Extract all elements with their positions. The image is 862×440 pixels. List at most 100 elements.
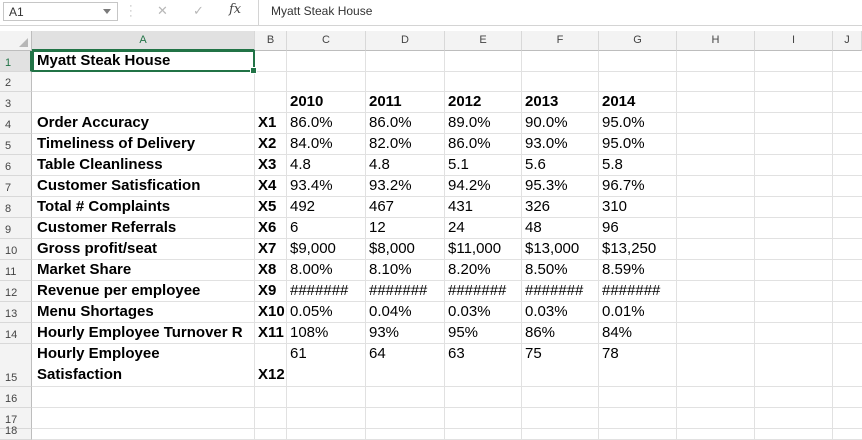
metric-value-cell[interactable]: 5.6 bbox=[525, 156, 546, 174]
metric-value-cell[interactable]: 64 bbox=[369, 345, 386, 363]
column-header-g[interactable]: G bbox=[599, 31, 677, 51]
enter-icon[interactable]: ✓ bbox=[193, 3, 204, 19]
metric-value-cell[interactable]: 86.0% bbox=[290, 114, 333, 132]
metric-value-cell[interactable]: 5.1 bbox=[448, 156, 469, 174]
row-header-15[interactable]: 15 bbox=[0, 344, 32, 387]
metric-value-cell[interactable]: 0.04% bbox=[369, 303, 412, 321]
metric-value-cell[interactable]: 12 bbox=[369, 219, 386, 237]
metric-value-cell[interactable]: $11,000 bbox=[448, 240, 501, 258]
metric-value-cell[interactable]: 0.05% bbox=[290, 303, 333, 321]
metric-code-cell[interactable]: X11 bbox=[258, 324, 284, 342]
metric-label-cell[interactable]: Customer Satisfication bbox=[37, 177, 200, 195]
metric-value-cell[interactable]: 93.0% bbox=[525, 135, 568, 153]
row-header-9[interactable]: 9 bbox=[0, 218, 32, 239]
formula-input[interactable]: Myatt Steak House bbox=[271, 4, 372, 18]
insert-function-icon[interactable]: fx bbox=[229, 2, 241, 17]
column-header-d[interactable]: D bbox=[366, 31, 445, 51]
metric-value-cell[interactable]: 0.03% bbox=[448, 303, 491, 321]
metric-value-cell[interactable]: ####### bbox=[290, 282, 348, 300]
metric-value-cell[interactable]: 84% bbox=[602, 324, 632, 342]
column-header-e[interactable]: E bbox=[445, 31, 522, 51]
metric-code-cell[interactable]: X5 bbox=[258, 198, 276, 216]
column-header-i[interactable]: I bbox=[755, 31, 833, 51]
metric-value-cell[interactable]: 8.20% bbox=[448, 261, 491, 279]
metric-value-cell[interactable]: 8.00% bbox=[290, 261, 333, 279]
metric-value-cell[interactable]: 95.0% bbox=[602, 135, 645, 153]
row-header-12[interactable]: 12 bbox=[0, 281, 32, 302]
select-all-button[interactable] bbox=[0, 31, 32, 51]
metric-value-cell[interactable]: $8,000 bbox=[369, 240, 415, 258]
metric-value-cell[interactable]: 8.59% bbox=[602, 261, 645, 279]
year-header-cell[interactable]: 2014 bbox=[602, 93, 635, 111]
metric-label-cell[interactable]: Timeliness of Delivery bbox=[37, 135, 195, 153]
metric-value-cell[interactable]: 8.10% bbox=[369, 261, 412, 279]
metric-value-cell[interactable]: 82.0% bbox=[369, 135, 412, 153]
metric-value-cell[interactable]: 326 bbox=[525, 198, 550, 216]
row-header-16[interactable]: 16 bbox=[0, 387, 32, 408]
row-header-3[interactable]: 3 bbox=[0, 92, 32, 113]
column-header-c[interactable]: C bbox=[287, 31, 366, 51]
row-header-1[interactable]: 1 bbox=[0, 51, 32, 72]
metric-value-cell[interactable]: 95% bbox=[448, 324, 478, 342]
metric-value-cell[interactable]: 48 bbox=[525, 219, 542, 237]
metric-code-cell[interactable]: X12 bbox=[258, 366, 285, 384]
metric-value-cell[interactable]: 96 bbox=[602, 219, 619, 237]
metric-value-cell[interactable]: ####### bbox=[369, 282, 427, 300]
metric-value-cell[interactable]: 0.01% bbox=[602, 303, 645, 321]
metric-label-cell[interactable]: Hourly Employee bbox=[37, 345, 160, 363]
more-vertical-icon[interactable]: · · · bbox=[129, 1, 133, 22]
metric-value-cell[interactable]: 431 bbox=[448, 198, 473, 216]
metric-label-cell[interactable]: Total # Complaints bbox=[37, 198, 170, 216]
metric-value-cell[interactable]: 5.8 bbox=[602, 156, 623, 174]
metric-value-cell[interactable]: 75 bbox=[525, 345, 542, 363]
metric-value-cell[interactable]: 0.03% bbox=[525, 303, 568, 321]
row-header-14[interactable]: 14 bbox=[0, 323, 32, 344]
name-box[interactable]: A1 bbox=[3, 2, 118, 21]
year-header-cell[interactable]: 2013 bbox=[525, 93, 558, 111]
row-header-6[interactable]: 6 bbox=[0, 155, 32, 176]
metric-code-cell[interactable]: X3 bbox=[258, 156, 276, 174]
metric-value-cell[interactable]: 6 bbox=[290, 219, 298, 237]
metric-value-cell[interactable]: 63 bbox=[448, 345, 465, 363]
metric-value-cell[interactable]: 61 bbox=[290, 345, 307, 363]
metric-value-cell[interactable]: 467 bbox=[369, 198, 394, 216]
row-header-11[interactable]: 11 bbox=[0, 260, 32, 281]
metric-value-cell[interactable]: 24 bbox=[448, 219, 465, 237]
metric-code-cell[interactable]: X6 bbox=[258, 219, 276, 237]
metric-value-cell[interactable]: 93.4% bbox=[290, 177, 333, 195]
row-header-4[interactable]: 4 bbox=[0, 113, 32, 134]
column-header-h[interactable]: H bbox=[677, 31, 755, 51]
metric-code-cell[interactable]: X2 bbox=[258, 135, 276, 153]
metric-value-cell[interactable]: ####### bbox=[602, 282, 660, 300]
metric-value-cell[interactable]: $13,250 bbox=[602, 240, 656, 258]
cancel-icon[interactable]: ✕ bbox=[157, 3, 168, 19]
row-header-7[interactable]: 7 bbox=[0, 176, 32, 197]
metric-value-cell[interactable]: 4.8 bbox=[290, 156, 311, 174]
metric-label-cell[interactable]: Satisfaction bbox=[37, 366, 122, 384]
row-header-18[interactable]: 18 bbox=[0, 425, 32, 440]
metric-value-cell[interactable]: 95.3% bbox=[525, 177, 568, 195]
metric-code-cell[interactable]: X9 bbox=[258, 282, 276, 300]
metric-label-cell[interactable]: Market Share bbox=[37, 261, 131, 279]
metric-value-cell[interactable]: 86.0% bbox=[448, 135, 491, 153]
metric-label-cell[interactable]: Revenue per employee bbox=[37, 282, 200, 300]
metric-label-cell[interactable]: Gross profit/seat bbox=[37, 240, 157, 258]
metric-label-cell[interactable]: Menu Shortages bbox=[37, 303, 154, 321]
metric-code-cell[interactable]: X1 bbox=[258, 114, 276, 132]
metric-value-cell[interactable]: ####### bbox=[448, 282, 506, 300]
metric-value-cell[interactable]: 95.0% bbox=[602, 114, 645, 132]
metric-value-cell[interactable]: $9,000 bbox=[290, 240, 336, 258]
year-header-cell[interactable]: 2011 bbox=[369, 93, 402, 111]
metric-label-cell[interactable]: Hourly Employee Turnover R bbox=[37, 324, 243, 342]
metric-value-cell[interactable]: 93.2% bbox=[369, 177, 412, 195]
metric-value-cell[interactable]: 310 bbox=[602, 198, 627, 216]
column-header-f[interactable]: F bbox=[522, 31, 599, 51]
metric-value-cell[interactable]: 86% bbox=[525, 324, 555, 342]
metric-value-cell[interactable]: 78 bbox=[602, 345, 619, 363]
metric-code-cell[interactable]: X10 bbox=[258, 303, 285, 321]
year-header-cell[interactable]: 2010 bbox=[290, 93, 323, 111]
metric-code-cell[interactable]: X7 bbox=[258, 240, 276, 258]
metric-value-cell[interactable]: $13,000 bbox=[525, 240, 579, 258]
metric-label-cell[interactable]: Table Cleanliness bbox=[37, 156, 163, 174]
metric-value-cell[interactable]: 89.0% bbox=[448, 114, 491, 132]
